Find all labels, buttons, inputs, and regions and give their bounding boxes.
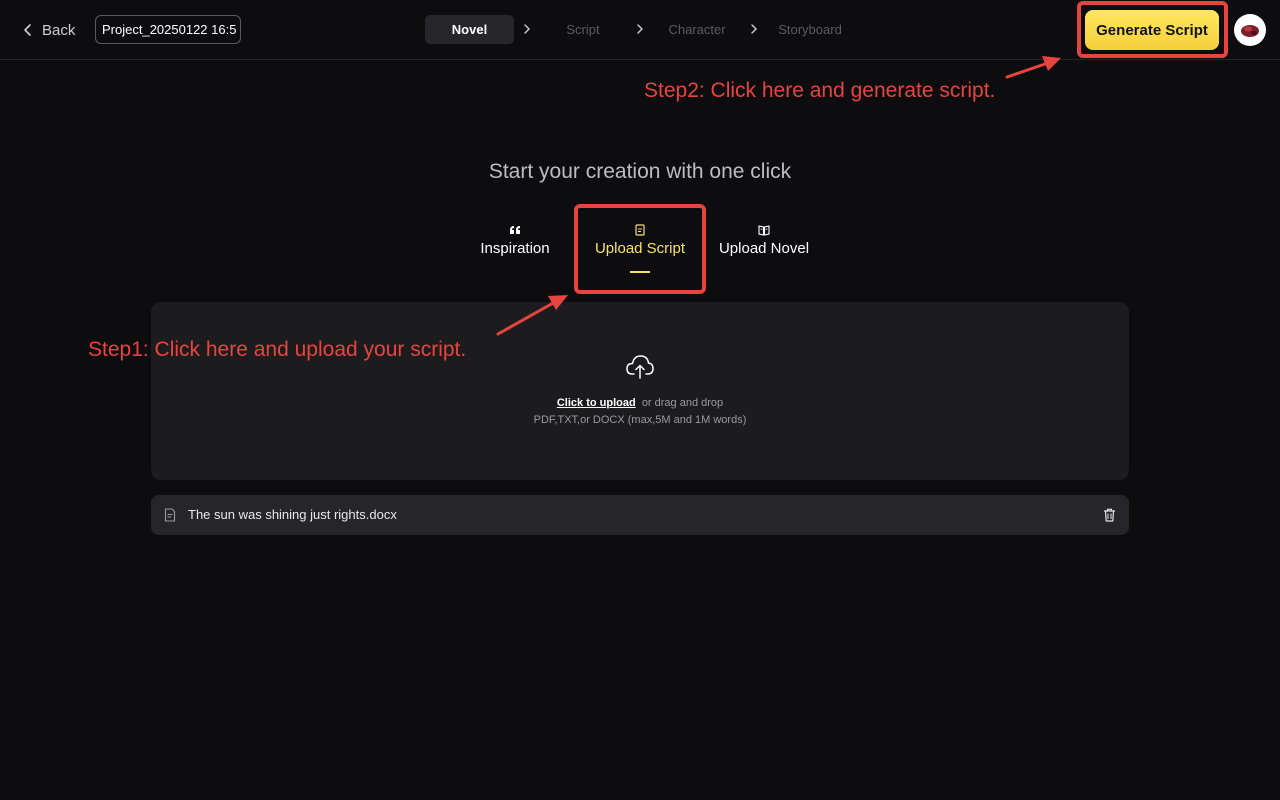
back-button[interactable]: Back bbox=[22, 19, 75, 41]
tab-label: Inspiration bbox=[480, 240, 550, 257]
tab-label: Upload Novel bbox=[718, 240, 810, 257]
step-storyboard[interactable]: Storyboard bbox=[774, 15, 846, 44]
uploaded-file-row: The sun was shining just rights.docx bbox=[151, 495, 1129, 535]
document-icon bbox=[635, 224, 645, 236]
top-bar: Back Project_20250122 16:5 Novel Script … bbox=[0, 0, 1280, 60]
project-name-field[interactable]: Project_20250122 16:5 bbox=[95, 15, 241, 44]
upload-formats-hint: PDF,TXT,or DOCX (max,5M and 1M words) bbox=[533, 414, 747, 426]
book-icon bbox=[758, 225, 770, 236]
file-icon bbox=[164, 508, 176, 522]
active-tab-indicator bbox=[630, 271, 650, 273]
chevron-right-icon bbox=[524, 24, 530, 34]
step1-annotation: Step1: Click here and upload your script… bbox=[88, 338, 467, 361]
upload-instructions: Click to upload or drag and drop bbox=[0, 397, 1280, 409]
chevron-left-icon bbox=[24, 24, 31, 36]
trash-icon[interactable] bbox=[1103, 508, 1116, 522]
quote-icon bbox=[510, 226, 520, 234]
page-headline: Start your creation with one click bbox=[488, 160, 792, 183]
back-label: Back bbox=[42, 21, 76, 39]
step-character[interactable]: Character bbox=[662, 15, 732, 44]
tab-upload-novel[interactable]: Upload Novel bbox=[714, 224, 814, 257]
upload-dropzone[interactable] bbox=[151, 302, 1129, 480]
click-to-upload-link[interactable]: Click to upload bbox=[557, 397, 636, 409]
avatar-image bbox=[1241, 25, 1259, 37]
drag-drop-hint: or drag and drop bbox=[641, 397, 724, 409]
chevron-right-icon bbox=[637, 24, 643, 34]
step-novel[interactable]: Novel bbox=[425, 15, 514, 44]
step-script[interactable]: Script bbox=[550, 15, 616, 44]
avatar[interactable] bbox=[1234, 14, 1266, 46]
tab-label: Upload Script bbox=[594, 240, 686, 257]
cloud-upload-icon bbox=[626, 355, 654, 379]
tab-upload-script[interactable]: Upload Script bbox=[585, 224, 695, 257]
step2-annotation: Step2: Click here and generate script. bbox=[644, 79, 996, 102]
tab-inspiration[interactable]: Inspiration bbox=[470, 224, 560, 257]
file-name: The sun was shining just rights.docx bbox=[188, 507, 397, 522]
chevron-right-icon bbox=[751, 24, 757, 34]
generate-script-button[interactable]: Generate Script bbox=[1085, 10, 1219, 50]
